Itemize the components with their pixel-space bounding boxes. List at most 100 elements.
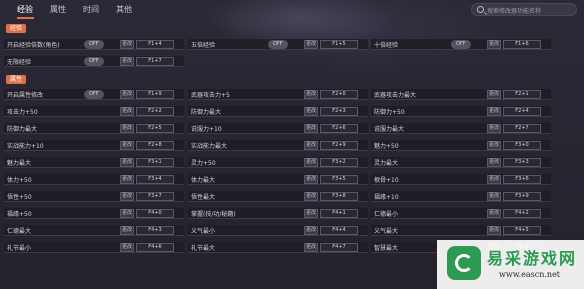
change-hotkey-button[interactable]: 更改	[304, 107, 318, 116]
cheat-label: 实战能力+10	[7, 143, 44, 150]
hotkey-field[interactable]: F4+1	[320, 209, 358, 218]
change-hotkey-button[interactable]: 更改	[304, 243, 318, 252]
hotkey-field[interactable]: F3+6	[503, 175, 541, 184]
hotkey-field[interactable]: F2+4	[503, 107, 541, 116]
change-hotkey-button[interactable]: 更改	[487, 40, 501, 49]
change-hotkey-button[interactable]: 更改	[304, 40, 318, 49]
cheat-label: 体力最大	[191, 177, 216, 184]
change-hotkey-button[interactable]: 更改	[487, 192, 501, 201]
cheat-row: 武器攻击力最大 更改 F2+1	[371, 89, 551, 100]
hotkey-field[interactable]: F4+4	[320, 226, 358, 235]
change-hotkey-button[interactable]: 更改	[487, 141, 501, 150]
hotkey-field[interactable]: F3+4	[136, 175, 174, 184]
change-hotkey-button[interactable]: 更改	[487, 158, 501, 167]
change-hotkey-button[interactable]: 更改	[487, 124, 501, 133]
cheat-label: 灵力+50	[191, 160, 216, 167]
cheat-row: 实战能力最大 更改 F2+9	[188, 140, 368, 151]
cheat-row: 防御力最大 更改 F2+5	[4, 123, 184, 134]
cheat-toggle[interactable]: OFF	[451, 40, 471, 49]
hotkey-field[interactable]: F1+9	[136, 90, 174, 99]
change-hotkey-button[interactable]: 更改	[304, 209, 318, 218]
cheat-row: 根骨+10 更改 F3+6	[371, 174, 551, 185]
section-label-exp: 经验	[6, 24, 27, 33]
change-hotkey-button[interactable]: 更改	[120, 57, 134, 66]
change-hotkey-button[interactable]: 更改	[120, 158, 134, 167]
change-hotkey-button[interactable]: 更改	[120, 107, 134, 116]
hotkey-field[interactable]: F4+2	[503, 209, 541, 218]
hotkey-field[interactable]: F2+0	[320, 90, 358, 99]
change-hotkey-button[interactable]: 更改	[304, 175, 318, 184]
cheat-row: 实战能力+10 更改 F2+8	[4, 140, 184, 151]
change-hotkey-button[interactable]: 更改	[304, 158, 318, 167]
change-hotkey-button[interactable]: 更改	[304, 90, 318, 99]
hotkey-field[interactable]: F3+5	[320, 175, 358, 184]
hotkey-field[interactable]: F2+6	[320, 124, 358, 133]
hotkey-field[interactable]: F1+6	[503, 40, 541, 49]
hotkey-field[interactable]: F3+1	[136, 158, 174, 167]
change-hotkey-button[interactable]: 更改	[120, 90, 134, 99]
change-hotkey-button[interactable]: 更改	[487, 209, 501, 218]
cheat-label: 防御力最大	[7, 126, 38, 133]
hotkey-field[interactable]: F3+7	[136, 192, 174, 201]
cheat-toggle[interactable]: OFF	[268, 40, 288, 49]
hotkey-field[interactable]: F1+5	[320, 40, 358, 49]
change-hotkey-button[interactable]: 更改	[304, 226, 318, 235]
cheat-label: 福缘+10	[374, 194, 399, 201]
hotkey-field[interactable]: F3+8	[320, 192, 358, 201]
hotkey-field[interactable]: F2+8	[136, 141, 174, 150]
change-hotkey-button[interactable]: 更改	[487, 107, 501, 116]
hotkey-field[interactable]: F1+7	[136, 57, 174, 66]
change-hotkey-button[interactable]: 更改	[304, 192, 318, 201]
cheat-row: 魅力最大 更改 F3+1	[4, 157, 184, 168]
hotkey-field[interactable]: F2+2	[136, 107, 174, 116]
change-hotkey-button[interactable]: 更改	[120, 243, 134, 252]
change-hotkey-button[interactable]: 更改	[304, 141, 318, 150]
hotkey-field[interactable]: F2+7	[503, 124, 541, 133]
change-hotkey-button[interactable]: 更改	[487, 226, 501, 235]
hotkey-field[interactable]: F4+7	[320, 243, 358, 252]
search-icon	[477, 6, 484, 13]
cheat-label: 根骨+10	[374, 177, 399, 184]
change-hotkey-button[interactable]: 更改	[120, 141, 134, 150]
change-hotkey-button[interactable]: 更改	[304, 124, 318, 133]
change-hotkey-button[interactable]: 更改	[487, 90, 501, 99]
search-input[interactable]: 搜索修改器功能名称	[471, 3, 577, 16]
cheat-row: 无限经验 OFF 更改 F1+7	[4, 56, 184, 67]
cheat-toggle[interactable]: OFF	[84, 90, 104, 99]
change-hotkey-button[interactable]: 更改	[487, 175, 501, 184]
change-hotkey-button[interactable]: 更改	[120, 40, 134, 49]
tab-exp[interactable]: 经验	[17, 4, 33, 15]
hotkey-field[interactable]: F3+3	[503, 158, 541, 167]
search-placeholder: 搜索修改器功能名称	[487, 8, 542, 15]
hotkey-field[interactable]: F2+9	[320, 141, 358, 150]
hotkey-field[interactable]: F2+3	[320, 107, 358, 116]
hotkey-field[interactable]: F4+3	[136, 226, 174, 235]
change-hotkey-button[interactable]: 更改	[120, 226, 134, 235]
hotkey-field[interactable]: F1+4	[136, 40, 174, 49]
cheat-label: 武器攻击力+5	[191, 92, 230, 99]
cheat-toggle[interactable]: OFF	[84, 40, 104, 49]
hotkey-field[interactable]: F3+2	[320, 158, 358, 167]
change-hotkey-button[interactable]: 更改	[120, 192, 134, 201]
cheat-toggle[interactable]: OFF	[84, 57, 104, 66]
hotkey-field[interactable]: F2+1	[503, 90, 541, 99]
change-hotkey-button[interactable]: 更改	[120, 175, 134, 184]
tab-time[interactable]: 时间	[83, 4, 99, 15]
hotkey-field[interactable]: F4+0	[136, 209, 174, 218]
cheat-row: 攻击力+50 更改 F2+2	[4, 106, 184, 117]
tab-other[interactable]: 其他	[116, 4, 132, 15]
change-hotkey-button[interactable]: 更改	[120, 209, 134, 218]
cheat-row: 五倍经验 OFF 更改 F1+5	[188, 39, 368, 50]
cheat-row: 说服力+10 更改 F2+6	[188, 123, 368, 134]
hotkey-field[interactable]: F3+9	[503, 192, 541, 201]
site-logo-icon	[447, 246, 481, 280]
hotkey-field[interactable]: F4+6	[136, 243, 174, 252]
cheat-label: 五倍经验	[191, 42, 216, 49]
change-hotkey-button[interactable]: 更改	[120, 124, 134, 133]
hotkey-field[interactable]: F2+5	[136, 124, 174, 133]
hotkey-field[interactable]: F4+5	[503, 226, 541, 235]
section-label-attr: 属性	[6, 75, 27, 84]
tab-attr[interactable]: 属性	[50, 4, 66, 15]
cheat-label: 防御力+50	[374, 109, 405, 116]
hotkey-field[interactable]: F3+0	[503, 141, 541, 150]
